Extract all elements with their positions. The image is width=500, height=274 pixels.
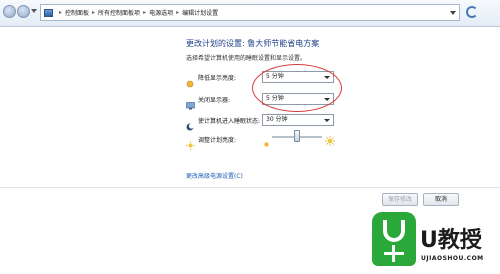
brightness-low-icon [263,133,271,147]
brightness-sun-icon [186,135,195,150]
dim-display-icon [186,73,194,88]
address-dropdown-icon[interactable] [450,11,456,15]
breadcrumb[interactable]: ▸ 控制面板 ▸ 所有控制面板项 ▸ 电源选项 ▸ 编辑计划设置 [40,4,460,21]
chevron-down-icon [324,119,330,122]
sleep-select[interactable]: 30 分钟 [262,114,334,126]
watermark-brand: U教授 [420,228,482,253]
turn-off-display-label: 关闭显示器: [198,97,231,104]
page-subtitle: 选择希望计算机使用的睡眠设置和显示设置。 [186,55,307,62]
moon-icon [186,116,195,131]
sleep-value: 30 分钟 [266,116,288,123]
advanced-power-settings-link[interactable]: 更改高级电源设置(C) [186,171,243,180]
breadcrumb-separator: ▸ [92,9,96,16]
breadcrumb-item-edit-plan[interactable]: 编辑计划设置 [182,8,218,17]
divider [0,187,500,188]
dim-display-label: 降低显示亮度: [198,75,237,82]
forward-button[interactable] [17,5,30,18]
breadcrumb-separator: ▸ [176,9,180,16]
monitor-icon [186,95,195,110]
address-bar: ▸ 控制面板 ▸ 所有控制面板项 ▸ 电源选项 ▸ 编辑计划设置 [0,0,500,27]
brightness-high-icon [325,131,335,146]
brightness-label: 调整计划亮度: [198,137,237,144]
breadcrumb-item-control-panel[interactable]: 控制面板 [65,8,89,17]
save-changes-button[interactable]: 保存修改 [382,193,418,206]
control-panel-icon [44,8,53,17]
cancel-button[interactable]: 取消 [423,193,459,206]
highlight-ellipse [252,64,342,112]
watermark-logo-icon [372,212,416,266]
watermark-url: UJIAOSHOU.COM [421,255,484,262]
advanced-link-text: 更改高级电源设置(C) [186,173,243,180]
back-button[interactable] [3,5,16,18]
breadcrumb-separator: ▸ [143,9,147,16]
sleep-label: 使计算机进入睡眠状态: [198,118,261,125]
breadcrumb-item-power-options[interactable]: 电源选项 [149,8,173,17]
page-title: 更改计划的设置: 鲁大师节能省电方案 [186,39,320,48]
breadcrumb-separator: ▸ [59,9,63,16]
recent-pages-chevron-icon[interactable] [31,9,37,13]
breadcrumb-item-all-items[interactable]: 所有控制面板项 [98,8,140,17]
refresh-icon[interactable] [466,6,478,18]
brightness-slider-thumb[interactable] [294,130,300,142]
